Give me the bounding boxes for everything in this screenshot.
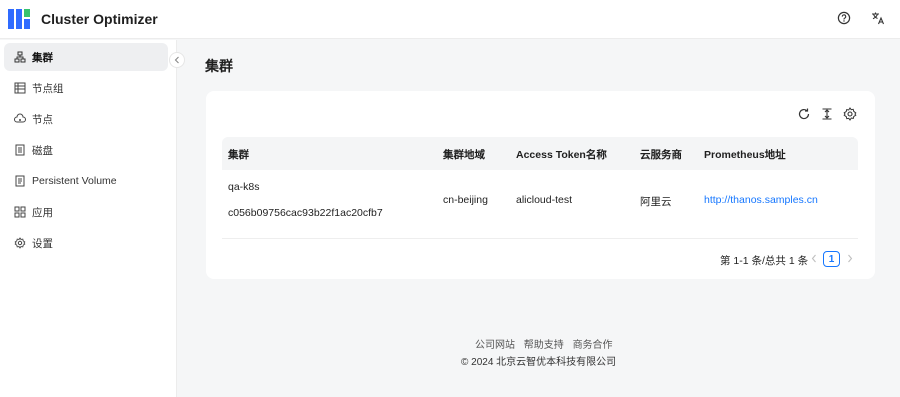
pagination-next-button[interactable]	[846, 254, 854, 266]
footer-links: 公司网站 帮助支持 商务合作	[475, 336, 619, 351]
column-height-icon[interactable]	[820, 107, 834, 121]
chevron-left-icon	[811, 254, 816, 263]
cluster-icon	[14, 51, 26, 63]
sidebar: 集群 节点组 节点 磁盘 Persistent Volume 应用 设置	[0, 40, 177, 397]
column-header-region[interactable]: 集群地域	[443, 147, 485, 162]
sidebar-item-node[interactable]: 节点	[4, 105, 168, 133]
cluster-name: qa-k8s	[228, 181, 260, 193]
question-circle-icon[interactable]	[837, 11, 853, 27]
reload-icon[interactable]	[797, 107, 811, 121]
sidebar-item-disk[interactable]: 磁盘	[4, 136, 168, 164]
node-icon	[14, 113, 26, 125]
footer-link-help[interactable]: 帮助支持	[524, 340, 564, 351]
cloud-provider: 阿里云	[640, 196, 672, 208]
column-header-prometheus[interactable]: Prometheus地址	[704, 147, 786, 162]
sidebar-item-label: 应用	[32, 206, 53, 219]
top-bar: Cluster Optimizer	[0, 0, 900, 39]
cluster-id: c056b09756cac93b22f1ac20cfb7	[228, 207, 383, 219]
column-header-provider[interactable]: 云服务商	[640, 147, 682, 162]
disk-icon	[14, 144, 26, 156]
chevron-right-icon	[848, 254, 853, 263]
app-title: Cluster Optimizer	[41, 11, 158, 27]
sidebar-item-node-group[interactable]: 节点组	[4, 74, 168, 102]
node-group-icon	[14, 82, 26, 94]
sidebar-item-label: 节点	[32, 113, 53, 126]
sidebar-item-label: 磁盘	[32, 144, 53, 157]
sidebar-item-persistent-volume[interactable]: Persistent Volume	[4, 167, 168, 195]
row-divider	[222, 238, 858, 239]
prometheus-link[interactable]: http://thanos.samples.cn	[704, 194, 818, 206]
volume-icon	[14, 175, 26, 187]
sidebar-item-settings[interactable]: 设置	[4, 229, 168, 257]
sidebar-item-label: Persistent Volume	[32, 175, 117, 187]
translate-icon[interactable]	[871, 11, 887, 27]
pagination-prev-button[interactable]	[810, 254, 818, 266]
app-logo[interactable]	[8, 9, 32, 29]
sidebar-item-label: 节点组	[32, 82, 64, 95]
access-token-name: alicloud-test	[516, 194, 573, 206]
apps-icon	[14, 206, 26, 218]
sidebar-item-apps[interactable]: 应用	[4, 198, 168, 226]
cluster-region: cn-beijing	[443, 194, 488, 206]
chevron-left-icon	[174, 56, 179, 64]
column-header-token[interactable]: Access Token名称	[516, 147, 607, 162]
footer-link-business[interactable]: 商务合作	[573, 340, 613, 351]
sidebar-item-label: 设置	[32, 237, 53, 250]
settings-icon	[14, 237, 26, 249]
column-header-cluster[interactable]: 集群	[228, 147, 249, 162]
pagination-summary: 第 1-1 条/总共 1 条	[720, 255, 809, 267]
pagination-page-1[interactable]: 1	[823, 251, 840, 267]
table-header: 集群 集群地域 Access Token名称 云服务商 Prometheus地址	[222, 137, 858, 170]
copyright-text: © 2024 北京云智优本科技有限公司	[461, 357, 617, 368]
sidebar-item-label: 集群	[32, 51, 53, 64]
sidebar-collapse-button[interactable]	[169, 52, 185, 68]
footer-link-company[interactable]: 公司网站	[475, 340, 515, 351]
sidebar-item-cluster[interactable]: 集群	[4, 43, 168, 71]
cluster-table-card: 集群 集群地域 Access Token名称 云服务商 Prometheus地址…	[206, 91, 875, 279]
table-settings-icon[interactable]	[843, 107, 857, 121]
page-title: 集群	[205, 58, 233, 74]
